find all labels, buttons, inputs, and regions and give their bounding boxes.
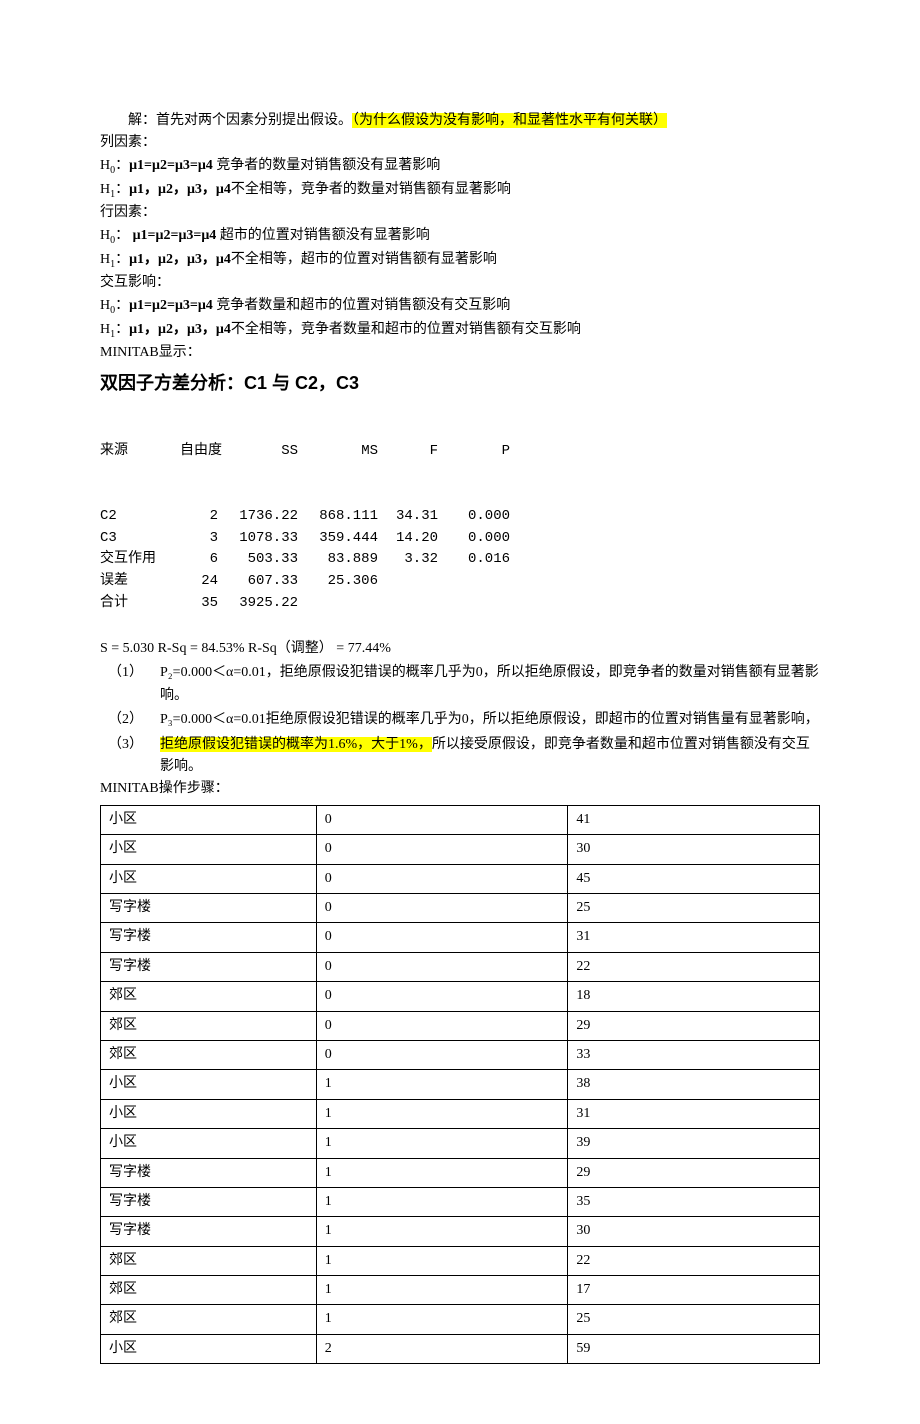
data-table: 小区041小区030小区045写字楼025写字楼031写字楼022郊区018郊区… xyxy=(100,805,820,1364)
anova-header: 来源 自由度 SS MS F P xyxy=(100,441,820,463)
table-row: 小区259 xyxy=(101,1334,820,1363)
table-row: 写字楼031 xyxy=(101,923,820,952)
anova-row: 交互作用6503.3383.8893.320.016 xyxy=(100,549,820,571)
h1-int: H1：μ1，μ2，μ3，μ4不全相等，竞争者数量和超市的位置对销售额有交互影响 xyxy=(100,319,820,343)
rsq-line: S = 5.030 R-Sq = 84.53% R-Sq（调整） = 77.44… xyxy=(100,638,820,660)
conclusion-3: （3） 拒绝原假设犯错误的概率为1.6%，大于1%，所以接受原假设，即竞争者数量… xyxy=(100,734,820,779)
table-row: 写字楼135 xyxy=(101,1187,820,1216)
table-row: 小区030 xyxy=(101,835,820,864)
table-row: 小区139 xyxy=(101,1129,820,1158)
table-row: 写字楼025 xyxy=(101,894,820,923)
table-row: 写字楼130 xyxy=(101,1217,820,1246)
h0-row: H0： μ1=μ2=μ3=μ4 超市的位置对销售额没有显著影响 xyxy=(100,225,820,249)
table-row: 小区045 xyxy=(101,864,820,893)
table-row: 写字楼129 xyxy=(101,1158,820,1187)
intro-line1: 解：首先对两个因素分别提出假设。（为什么假设为没有影响，和显著性水平有何关联） xyxy=(100,110,820,132)
h0-col: H0：μ1=μ2=μ3=μ4 竞争者的数量对销售额没有显著影响 xyxy=(100,155,820,179)
anova-row: 误差24607.3325.306 xyxy=(100,571,820,593)
anova-row: C331078.33359.44414.200.000 xyxy=(100,528,820,550)
h1-row: H1：μ1，μ2，μ3，μ4不全相等，超市的位置对销售额有显著影响 xyxy=(100,249,820,273)
table-row: 写字楼022 xyxy=(101,952,820,981)
table-row: 郊区117 xyxy=(101,1276,820,1305)
table-row: 郊区125 xyxy=(101,1305,820,1334)
conclusion-2: （2） P₃=0.000＜α=0.01拒绝原假设犯错误的概率几乎为0，所以拒绝原… xyxy=(100,709,820,731)
row-factor-label: 行因素： xyxy=(100,202,820,224)
table-row: 小区041 xyxy=(101,805,820,834)
table-row: 小区138 xyxy=(101,1070,820,1099)
table-row: 小区131 xyxy=(101,1099,820,1128)
anova-row: 合计353925.22 xyxy=(100,593,820,615)
table-row: 郊区018 xyxy=(101,982,820,1011)
table-row: 郊区033 xyxy=(101,1040,820,1069)
anova-title: 双因子方差分析：C1 与 C2，C3 xyxy=(100,369,820,398)
anova-row: C221736.22868.11134.310.000 xyxy=(100,506,820,528)
table-row: 郊区029 xyxy=(101,1011,820,1040)
intro-highlight: （为什么假设为没有影响，和显著性水平有何关联） xyxy=(352,113,667,128)
conclusion-1: （1） P₂=0.000＜α=0.01，拒绝原假设犯错误的概率几乎为0，所以拒绝… xyxy=(100,662,820,707)
inter-label: 交互影响： xyxy=(100,272,820,294)
minitab-label: MINITAB显示： xyxy=(100,342,820,364)
steps-label: MINITAB操作步骤： xyxy=(100,778,820,800)
intro-text: 解：首先对两个因素分别提出假设。 xyxy=(128,113,352,128)
h1-col: H1：μ1，μ2，μ3，μ4不全相等，竞争者的数量对销售额有显著影响 xyxy=(100,179,820,203)
col-factor-label: 列因素： xyxy=(100,132,820,154)
h0-int: H0：μ1=μ2=μ3=μ4 竞争者数量和超市的位置对销售额没有交互影响 xyxy=(100,295,820,319)
table-row: 郊区122 xyxy=(101,1246,820,1275)
anova-table: 来源 自由度 SS MS F P C221736.22868.11134.310… xyxy=(100,398,820,637)
